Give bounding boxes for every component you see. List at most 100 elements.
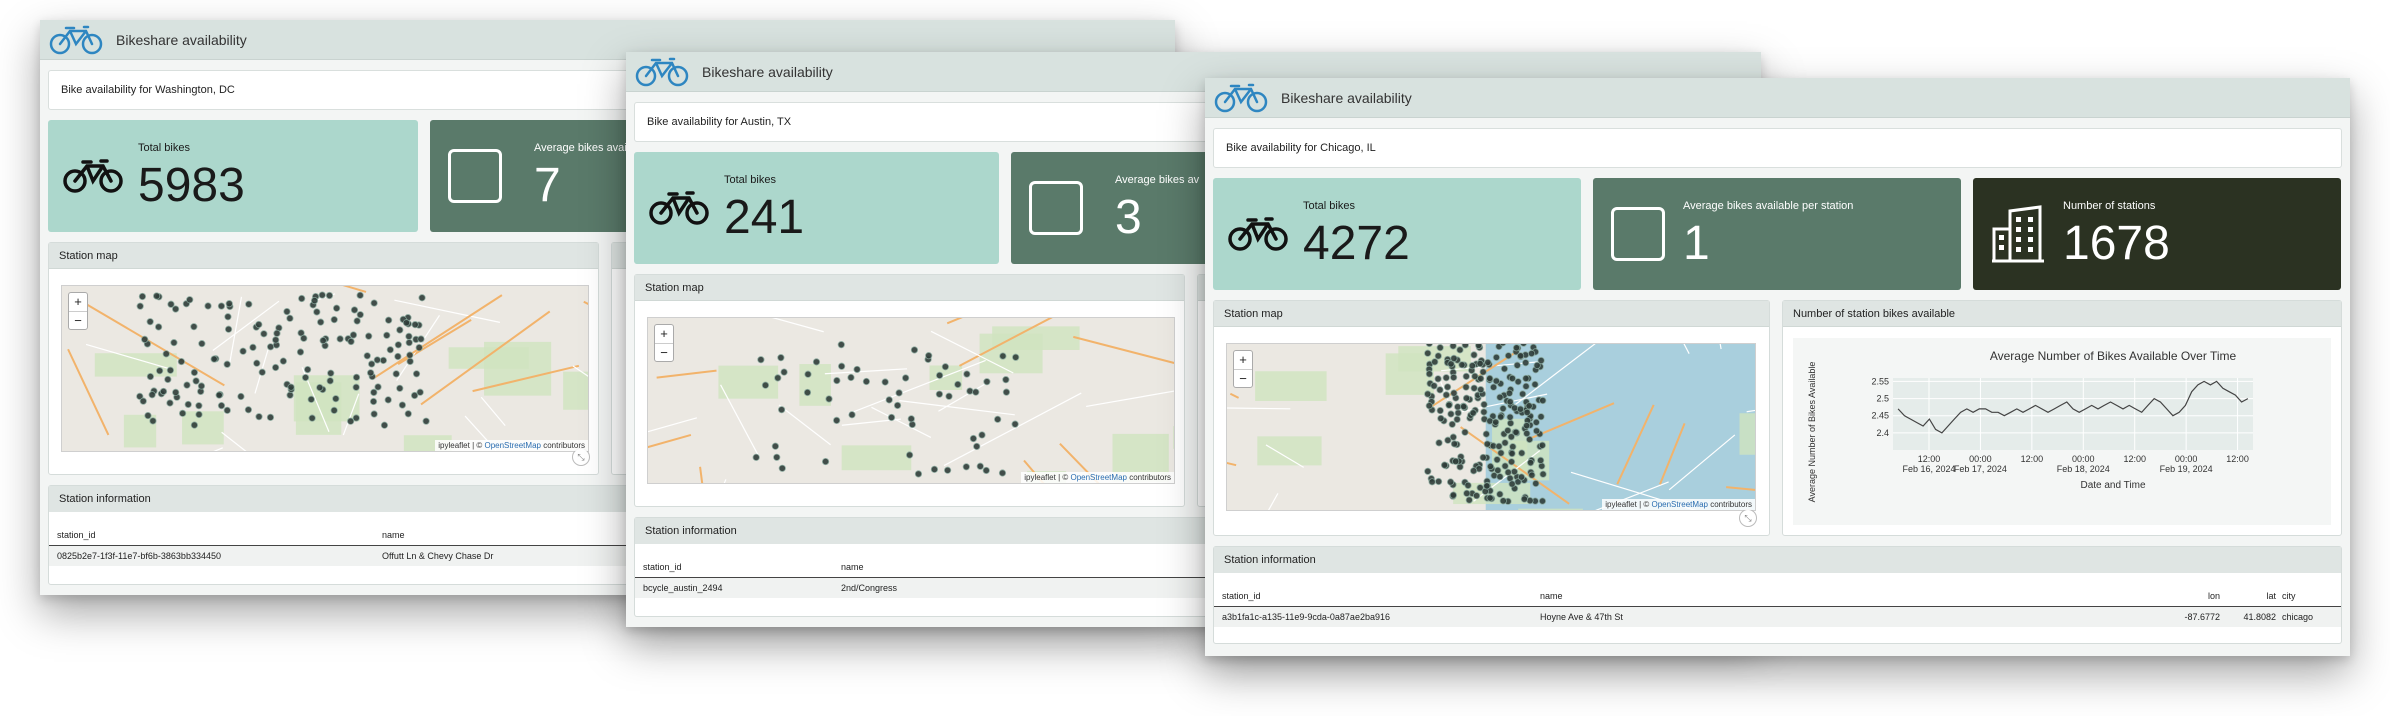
resize-icon[interactable]: ⤡ <box>1739 509 1757 527</box>
x-tick-label: Feb 16, 2024 <box>1902 464 1955 474</box>
station-marker <box>1464 481 1472 490</box>
station-marker <box>298 294 306 303</box>
station-marker <box>1499 404 1507 413</box>
station-marker <box>398 401 406 409</box>
table-cell: 41.8082 <box>2243 612 2276 622</box>
station-marker <box>1504 352 1513 360</box>
zoom-control: + − <box>68 292 88 330</box>
station-marker <box>1489 383 1498 391</box>
station-marker <box>902 374 910 382</box>
station-marker <box>405 332 413 340</box>
app-title: Bikeshare availability <box>1281 89 1412 106</box>
station-marker <box>286 391 294 399</box>
station-marker <box>1447 410 1455 418</box>
station-marker <box>374 383 382 391</box>
station-marker <box>944 466 952 474</box>
zoom-in-button[interactable]: + <box>1234 351 1252 369</box>
station-marker <box>1533 361 1541 369</box>
table-cell: a3b1fa1c-a135-11e9-9cda-0a87ae2ba916 <box>1222 612 1390 622</box>
station-marker <box>164 375 172 384</box>
plot-area <box>1893 378 2253 450</box>
panel-title: Station map <box>635 275 1185 301</box>
station-marker <box>935 390 944 398</box>
station-marker <box>1477 374 1485 383</box>
station-map[interactable]: + − ipyleaflet | © OpenStreetMap contrib… <box>647 317 1175 484</box>
station-marker <box>396 384 404 392</box>
station-marker <box>1462 394 1471 402</box>
column-header: station_id <box>643 561 682 572</box>
panel-title: Station information <box>1214 547 2341 573</box>
station-marker <box>1505 389 1514 397</box>
station-marker <box>177 357 185 366</box>
bicycle-icon <box>1213 81 1271 115</box>
station-marker <box>1448 420 1456 428</box>
station-marker <box>757 356 765 364</box>
station-map[interactable]: + − ipyleaflet | © OpenStreetMap contrib… <box>61 285 589 452</box>
osm-link[interactable]: OpenStreetMap <box>1651 500 1707 509</box>
station-marker <box>141 335 149 343</box>
station-marker <box>1528 471 1536 479</box>
station-marker <box>862 377 870 386</box>
station-marker <box>330 406 338 414</box>
station-marker <box>170 339 178 347</box>
station-marker <box>1436 344 1444 352</box>
avg-bikes-card: Average bikes available per station 1 <box>1593 178 1961 290</box>
station-marker <box>217 302 226 310</box>
station-marker <box>411 321 419 329</box>
table-row[interactable]: a3b1fa1c-a135-11e9-9cda-0a87ae2ba916 Hoy… <box>1214 607 2341 627</box>
column-header: station_id <box>57 529 96 540</box>
city-selector[interactable]: Bike availability for Chicago, IL <box>1213 128 2342 168</box>
station-marker <box>215 391 223 399</box>
station-marker <box>370 410 378 418</box>
zoom-out-button[interactable]: − <box>69 311 87 329</box>
station-marker <box>1516 405 1525 413</box>
station-marker <box>1449 344 1457 350</box>
station-marker <box>885 396 893 404</box>
osm-link[interactable]: OpenStreetMap <box>484 441 540 450</box>
station-marker <box>1486 417 1494 425</box>
station-marker <box>190 368 198 377</box>
chart-title: Average Number of Bikes Available Over T… <box>1990 349 2237 363</box>
station-marker <box>363 352 371 360</box>
station-marker <box>1428 478 1436 486</box>
station-map-panel: Station map + − ipyleaflet | © OpenStree… <box>1213 300 1770 536</box>
building-icon <box>1973 205 2063 263</box>
station-marker <box>1450 373 1458 381</box>
station-marker <box>1453 415 1461 424</box>
station-marker <box>1506 398 1514 406</box>
station-marker <box>1508 480 1516 488</box>
station-marker <box>412 370 421 378</box>
square-icon <box>1011 181 1101 235</box>
station-map[interactable]: + − ipyleaflet | © OpenStreetMap contrib… <box>1226 343 1756 511</box>
station-marker <box>349 331 358 339</box>
zoom-out-button[interactable]: − <box>1234 369 1252 387</box>
value-boxes: Total bikes 4272 Average bikes available… <box>1213 178 2342 290</box>
station-marker <box>204 302 212 310</box>
card-value: 4272 <box>1303 217 1410 270</box>
station-marker <box>853 365 861 374</box>
station-marker <box>1452 457 1460 465</box>
station-marker <box>1486 494 1494 502</box>
app-title: Bikeshare availability <box>702 63 833 80</box>
station-marker <box>352 373 361 381</box>
zoom-out-button[interactable]: − <box>655 343 673 361</box>
station-marker <box>1002 376 1010 384</box>
station-marker <box>272 363 280 372</box>
station-marker <box>310 296 319 305</box>
zoom-in-button[interactable]: + <box>69 293 87 311</box>
station-marker <box>237 392 245 401</box>
zoom-in-button[interactable]: + <box>655 325 673 343</box>
station-marker <box>777 354 785 362</box>
station-marker <box>1435 477 1443 486</box>
y-tick-label: 2.45 <box>1871 411 1889 421</box>
osm-link[interactable]: OpenStreetMap <box>1070 473 1126 482</box>
station-marker <box>1526 459 1535 467</box>
station-marker <box>139 397 147 405</box>
station-marker <box>895 389 903 397</box>
station-marker <box>386 346 394 354</box>
station-marker <box>190 323 198 331</box>
station-marker <box>1472 492 1481 500</box>
station-marker <box>1507 458 1516 466</box>
station-marker <box>1461 344 1469 349</box>
station-marker <box>149 417 157 425</box>
